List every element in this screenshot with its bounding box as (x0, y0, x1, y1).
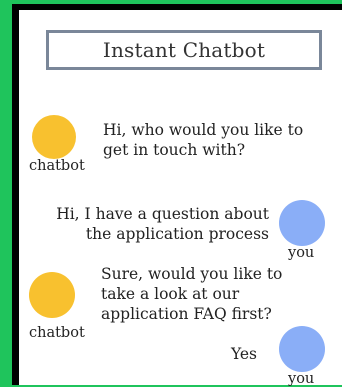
chat-message-bot: Hi, who would you like to get in touch w… (103, 121, 304, 159)
chat-message-bot: Sure, would you like to take a look at o… (101, 265, 283, 323)
user-avatar (279, 200, 325, 246)
chat-title: Instant Chatbot (102, 38, 266, 62)
chat-message-user: Hi, I have a question about the applicat… (56, 205, 269, 243)
user-avatar (279, 326, 325, 372)
chat-panel: Instant Chatbot Hi, who would you like t… (19, 10, 342, 387)
chatbot-avatar (29, 272, 75, 318)
chat-header: Instant Chatbot (46, 30, 322, 70)
sender-label-chatbot: chatbot (29, 325, 85, 341)
sender-label-chatbot: chatbot (29, 158, 85, 174)
chatbot-avatar (32, 115, 76, 159)
sender-label-you: you (288, 245, 315, 261)
chat-message-user: Yes (230, 345, 257, 363)
